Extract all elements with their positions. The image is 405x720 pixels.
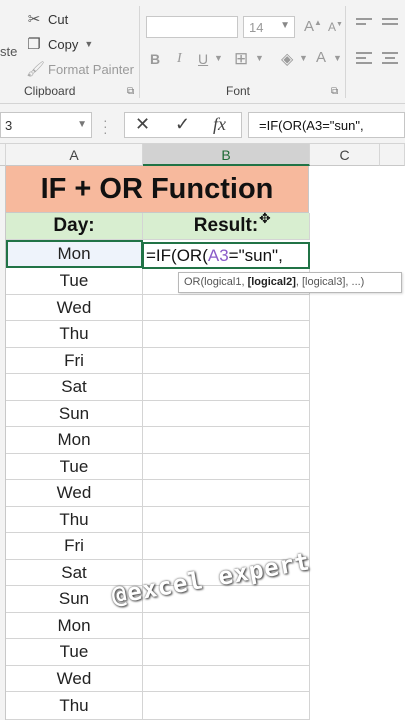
result-cell[interactable] [143,507,310,533]
result-header-cell[interactable]: Result: [143,213,310,240]
result-cell[interactable] [143,374,310,401]
day-cell[interactable]: Thu [6,507,143,533]
format-painter-button[interactable]: 🖌 Format Painter [26,60,134,78]
chevron-down-icon[interactable]: ▼ [214,53,223,63]
chevron-down-icon[interactable]: ▼ [299,53,308,63]
day-cell[interactable]: Fri [6,348,143,374]
enter-check-icon[interactable]: ✓ [175,114,190,135]
align-center-icon[interactable] [382,52,398,67]
tooltip-current-arg[interactable]: [logical2] [248,276,296,288]
tooltip-rest: , [logical3], ...) [295,276,365,288]
copy-icon: ❐ [27,36,41,53]
paintbrush-icon: 🖌 [26,61,46,78]
result-cell[interactable] [143,613,310,639]
formula-buttons: ✕ ✓ fx [124,112,242,138]
result-cell[interactable] [143,401,310,427]
chevron-down-icon: ▼ [280,20,290,31]
name-box[interactable]: 3 ▼ [0,112,92,138]
fill-color-icon[interactable]: ◈ [281,49,293,69]
formula-bar: 3 ▼ · · · ✕ ✓ fx =IF(OR(A3="sun", [0,104,405,144]
borders-icon[interactable]: ⊞ [234,49,248,69]
day-cell[interactable]: Tue [6,268,143,295]
cancel-icon[interactable]: ✕ [135,114,150,135]
day-cell[interactable]: Wed [6,295,143,321]
day-cell[interactable]: Tue [6,454,143,480]
day-cell[interactable]: Fri [6,533,143,560]
result-cell[interactable] [143,639,310,666]
align-middle-icon[interactable] [382,18,398,28]
edit-prefix: =IF(OR( [146,246,208,265]
font-launcher-icon[interactable]: ⧉ [331,86,338,97]
scissors-icon: ✂ [27,11,41,28]
day-cell[interactable]: Mon [6,240,143,268]
day-cell[interactable]: Wed [6,666,143,692]
font-name-select[interactable] [146,16,238,38]
align-top-icon[interactable] [356,18,372,28]
paste-button[interactable]: ste [0,44,17,59]
copy-label: Copy [48,36,79,52]
align-left-icon[interactable] [356,52,372,67]
column-header-a[interactable]: A [6,144,143,166]
insert-function-icon[interactable]: fx [213,114,226,135]
column-header-c[interactable]: C [310,144,380,166]
ribbon-divider [139,6,140,98]
edit-suffix: ="sun", [228,246,283,265]
clipboard-launcher-icon[interactable]: ⧉ [127,86,134,97]
chevron-down-icon[interactable]: ▼ [333,53,342,63]
bold-button[interactable]: B [150,51,160,67]
title-cell[interactable]: IF + OR Function [6,166,309,213]
day-cell[interactable]: Wed [6,480,143,507]
formula-input[interactable]: =IF(OR(A3="sun", [248,112,405,138]
day-header-cell[interactable]: Day: [6,213,143,240]
result-cell[interactable] [143,480,310,507]
function-tooltip: OR(logical1, [logical2], [logical3], ...… [178,272,402,293]
underline-button[interactable]: U [198,51,208,67]
result-cell[interactable] [143,295,310,321]
font-color-icon[interactable]: A [316,49,326,66]
day-cell[interactable]: Mon [6,613,143,639]
tooltip-func: OR(logical1, [184,276,248,288]
cut-label: Cut [48,11,69,27]
result-cell[interactable] [143,321,310,348]
day-cell[interactable]: Thu [6,692,143,720]
resize-handle-icon[interactable]: · · · [103,113,108,139]
cursor-icon: ✥ [259,210,271,226]
ribbon-divider [345,6,346,98]
column-header-d[interactable] [380,144,405,166]
result-cell[interactable] [143,692,310,720]
day-cell[interactable]: Sun [6,401,143,427]
result-cell[interactable] [143,348,310,374]
italic-button[interactable]: I [177,51,182,67]
increase-font-icon[interactable]: A▲ [304,18,322,35]
chevron-down-icon[interactable]: ▼ [255,53,264,63]
copy-button[interactable]: ❐ Copy ▼ [26,35,93,53]
day-cell[interactable]: Mon [6,427,143,454]
font-size-select[interactable]: 14 ▼ [243,16,295,38]
day-cell[interactable]: Sat [6,374,143,401]
result-cell[interactable] [143,666,310,692]
ribbon: ste ✂ Cut ❐ Copy ▼ 🖌 Format Painter Clip… [0,0,405,104]
format-painter-label: Format Painter [48,61,134,77]
clipboard-group-label: Clipboard [24,84,76,98]
day-cell[interactable]: Thu [6,321,143,348]
edit-ref: A3 [207,246,229,265]
name-box-value: 3 [5,118,13,133]
chevron-down-icon: ▼ [84,39,94,49]
font-size-value: 14 [249,20,264,35]
chevron-down-icon: ▼ [77,119,87,130]
worksheet-grid[interactable]: A B C IF + OR Function Day: Result: ✥ Mo… [0,144,405,720]
editing-cell[interactable]: =IF(OR(A3="sun", [142,242,310,269]
column-header-b[interactable]: B [143,144,310,166]
result-cell[interactable] [143,427,310,454]
decrease-font-icon[interactable]: A▼ [328,20,343,34]
font-group-label: Font [226,84,251,98]
day-cell[interactable]: Tue [6,639,143,666]
cut-button[interactable]: ✂ Cut [26,10,69,28]
result-cell[interactable] [143,454,310,480]
